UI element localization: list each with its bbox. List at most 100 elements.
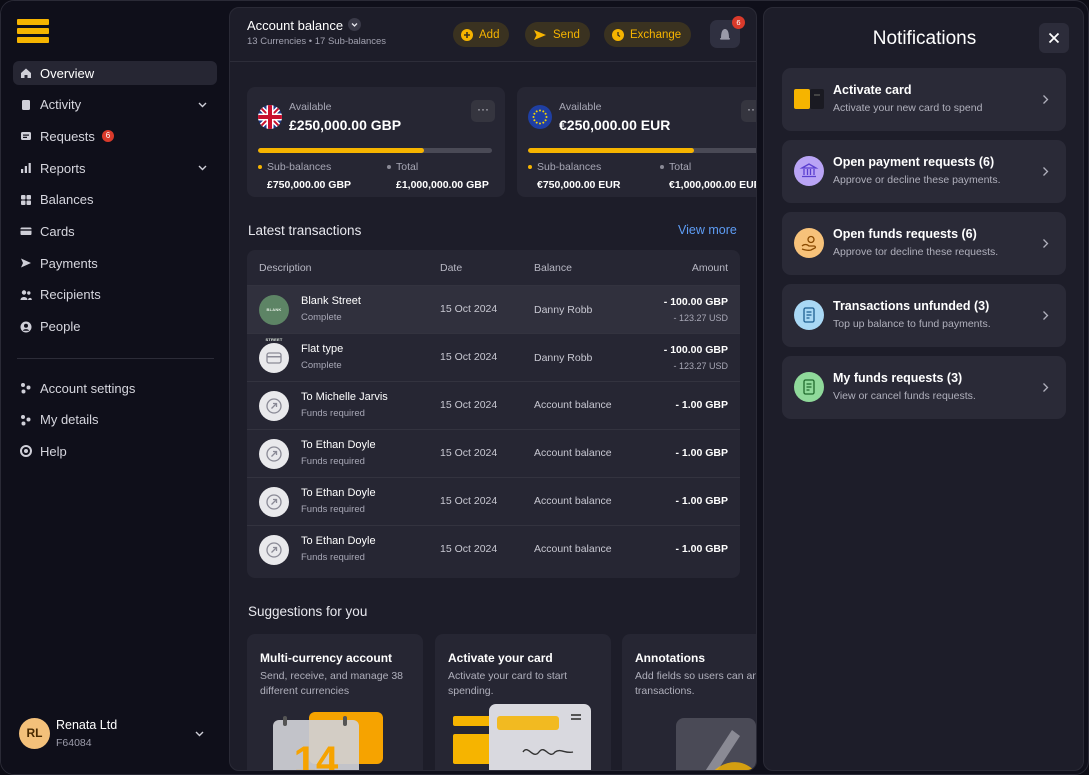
table-row[interactable]: To Ethan Doyle Funds required 15 Oct 202… xyxy=(247,525,740,573)
sidebar-item-help[interactable]: Help xyxy=(13,439,217,463)
activity-icon xyxy=(22,99,30,110)
sidebar-item-account-settings[interactable]: Account settings xyxy=(13,376,217,400)
chevron-down-icon xyxy=(351,23,358,27)
column-header-amount[interactable]: Amount xyxy=(692,262,728,274)
notification-transactions-unfunded[interactable]: Transactions unfunded (3) Top up balance… xyxy=(782,284,1066,347)
column-header-description[interactable]: Description xyxy=(259,262,312,274)
table-row[interactable]: BLANK STREET Blank Street Complete 15 Oc… xyxy=(247,285,740,342)
sidebar-item-cards[interactable]: Cards xyxy=(13,219,217,243)
chevron-right-icon xyxy=(1043,311,1049,320)
sidebar-item-reports[interactable]: Reports xyxy=(13,156,217,180)
transaction-description: To Ethan Doyle xyxy=(301,487,376,499)
suggestion-card-activate-card[interactable]: Activate your card Activate your card to… xyxy=(435,634,611,770)
merchant-logo: BLANK STREET xyxy=(259,295,289,342)
transaction-date: 15 Oct 2024 xyxy=(440,495,498,507)
calendar-illustration-icon: 14 xyxy=(273,712,383,770)
add-button[interactable]: Add xyxy=(453,22,510,47)
suggestion-card-annotations[interactable]: Annotations Add fields so users can anno… xyxy=(622,634,756,770)
uk-flag-icon xyxy=(258,105,282,129)
pen-illustration-icon xyxy=(676,718,756,770)
suggestion-title: Annotations xyxy=(635,651,705,665)
transactions-table: Description Date Balance Amount BLANK ST… xyxy=(247,250,740,578)
transaction-date: 15 Oct 2024 xyxy=(440,303,498,315)
balance-progress-bar xyxy=(258,148,492,153)
suggestion-card-multi-currency[interactable]: Multi-currency account Send, receive, an… xyxy=(247,634,423,770)
suggestion-text: Activate your card to start spending. xyxy=(448,670,568,697)
transaction-status: Funds required xyxy=(301,408,365,419)
balance-card-gbp[interactable]: Available £250,000.00 GBP ··· Sub-balanc… xyxy=(247,87,505,197)
transaction-amount: - 1.00 GBP xyxy=(675,543,728,555)
sidebar-item-recipients[interactable]: Recipients xyxy=(13,283,217,307)
table-row[interactable]: To Ethan Doyle Funds required 15 Oct 202… xyxy=(247,477,740,525)
plus-icon xyxy=(461,28,473,41)
close-icon xyxy=(1048,32,1060,44)
card-illustration-icon xyxy=(453,704,591,770)
table-row[interactable]: To Michelle Jarvis Funds required 15 Oct… xyxy=(247,381,740,429)
view-more-link[interactable]: View more xyxy=(678,223,737,237)
transaction-amount-converted: - 123.27 USD xyxy=(673,361,728,371)
add-button-label: Add xyxy=(479,28,500,41)
notification-title: Open payment requests (6) xyxy=(833,155,995,169)
notification-open-funds-requests[interactable]: Open funds requests (6) Approve tor decl… xyxy=(782,212,1066,275)
notification-title: Open funds requests (6) xyxy=(833,227,977,241)
sidebar-item-payments[interactable]: Payments xyxy=(13,251,217,275)
transaction-amount: - 100.00 GBP xyxy=(663,296,728,308)
sidebar-divider xyxy=(17,358,214,359)
account-dropdown-button[interactable] xyxy=(348,18,361,31)
sidebar-item-label: People xyxy=(40,319,81,334)
table-row[interactable]: Flat type Complete 15 Oct 2024 Danny Rob… xyxy=(247,333,740,381)
notification-subtitle: View or cancel funds requests. xyxy=(833,390,976,402)
more-options-button[interactable]: ··· xyxy=(741,100,756,122)
card-activate-icon xyxy=(794,89,824,109)
transaction-balance: Account balance xyxy=(534,495,612,507)
transaction-balance: Account balance xyxy=(534,543,612,555)
notification-open-payment-requests[interactable]: Open payment requests (6) Approve or dec… xyxy=(782,140,1066,203)
sidebar-item-label: Balances xyxy=(40,192,94,208)
sidebar-item-requests[interactable]: Requests 6 xyxy=(13,124,217,148)
notification-activate-card[interactable]: Activate card Activate your new card to … xyxy=(782,68,1066,131)
avatar: RL xyxy=(19,718,50,749)
transaction-description: To Ethan Doyle xyxy=(301,439,376,451)
receipt-icon xyxy=(794,372,824,402)
suggestion-text: Send, receive, and manage 38 different c… xyxy=(260,670,404,697)
sidebar-item-balances[interactable]: Balances xyxy=(13,188,217,212)
page-title[interactable]: Account balance xyxy=(247,18,343,33)
transaction-date: 15 Oct 2024 xyxy=(440,447,498,459)
chevron-right-icon xyxy=(1043,95,1049,104)
sidebar-item-activity[interactable]: Activity xyxy=(13,93,217,117)
chevron-down-icon[interactable] xyxy=(198,163,207,172)
sidebar-item-label: Reports xyxy=(40,160,86,176)
balances-icon xyxy=(21,194,31,205)
notification-my-funds-requests[interactable]: My funds requests (3) View or cancel fun… xyxy=(782,356,1066,419)
sidebar-item-label: Cards xyxy=(40,223,75,239)
send-button[interactable]: Send xyxy=(525,22,590,47)
card-icon xyxy=(20,227,32,236)
column-header-balance[interactable]: Balance xyxy=(534,262,572,274)
sidebar-item-people[interactable]: People xyxy=(13,315,217,339)
close-button[interactable] xyxy=(1039,23,1069,53)
sidebar-item-overview[interactable]: Overview xyxy=(13,61,217,85)
transaction-date: 15 Oct 2024 xyxy=(440,543,498,555)
user-account-switcher[interactable]: RL Renata Ltd F64084 xyxy=(19,717,214,751)
more-options-button[interactable]: ··· xyxy=(471,100,495,122)
send-button-label: Send xyxy=(553,28,580,41)
outgoing-transfer-icon xyxy=(259,487,289,517)
notification-subtitle: Approve tor decline these requests. xyxy=(833,246,999,258)
notifications-button[interactable]: 6 xyxy=(710,16,745,48)
chevron-down-icon[interactable] xyxy=(195,729,204,738)
transaction-balance: Account balance xyxy=(534,399,612,411)
outgoing-transfer-icon xyxy=(259,439,289,469)
sidebar-item-label: Help xyxy=(40,443,67,459)
chevron-down-icon[interactable] xyxy=(198,100,207,109)
table-row[interactable]: To Ethan Doyle Funds required 15 Oct 202… xyxy=(247,429,740,477)
sub-balances-label: Sub-balances xyxy=(258,161,331,173)
column-header-date[interactable]: Date xyxy=(440,262,462,274)
sidebar-nav: Overview Activity Requests 6 Reports Bal… xyxy=(13,61,217,346)
transaction-status: Funds required xyxy=(301,552,365,563)
brand-logo[interactable] xyxy=(17,19,49,43)
sidebar-item-my-details[interactable]: My details xyxy=(13,408,217,432)
exchange-button[interactable]: Exchange xyxy=(604,22,692,47)
requests-icon xyxy=(21,132,31,141)
chevron-right-icon xyxy=(1043,239,1049,248)
balance-card-eur[interactable]: Available €250,000.00 EUR ··· Sub-balanc… xyxy=(517,87,756,197)
